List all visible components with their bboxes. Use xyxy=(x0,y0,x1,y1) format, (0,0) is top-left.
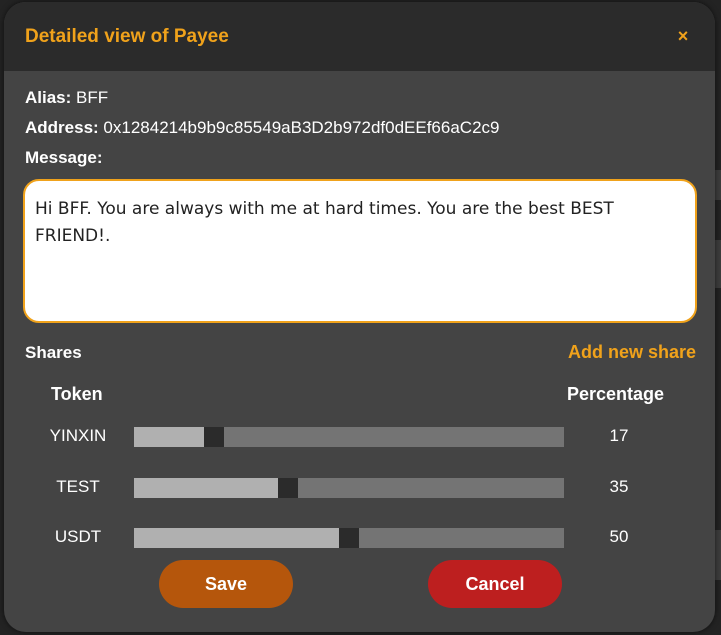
percentage-column-header: Percentage xyxy=(567,384,665,404)
address-label: Address: xyxy=(25,118,99,137)
alias-row: Alias: BFF xyxy=(25,87,694,117)
slider-fill xyxy=(134,478,278,498)
share-slider[interactable] xyxy=(134,427,564,447)
payee-detail-modal: Detailed view of Payee × Alias: BFF Addr… xyxy=(4,2,715,632)
slider-fill xyxy=(134,528,339,548)
share-token: USDT xyxy=(54,527,102,546)
message-label: Message: xyxy=(25,148,103,167)
slider-fill xyxy=(134,427,204,447)
add-share-button[interactable]: Add new share xyxy=(568,342,696,363)
share-row: YINXIN 17 xyxy=(4,421,715,451)
message-row: Message: xyxy=(25,147,694,177)
slider-thumb[interactable] xyxy=(278,478,298,498)
payee-info: Alias: BFF Address: 0x1284214b9b9c85549a… xyxy=(4,71,715,177)
alias-label: Alias: xyxy=(25,88,72,107)
token-column-header: Token xyxy=(51,384,103,404)
share-slider[interactable] xyxy=(134,528,564,548)
slider-thumb[interactable] xyxy=(339,528,359,548)
share-row: TEST 35 xyxy=(4,472,715,502)
alias-value: BFF xyxy=(76,88,109,107)
slider-thumb[interactable] xyxy=(204,427,224,447)
share-percentage: 50 xyxy=(609,527,629,546)
modal-title: Detailed view of Payee xyxy=(25,25,229,47)
shares-header: Shares Add new share xyxy=(25,342,696,363)
address-value: 0x1284214b9b9c85549aB3D2b972df0dEEf66aC2… xyxy=(103,118,500,137)
address-row: Address: 0x1284214b9b9c85549aB3D2b972df0… xyxy=(25,117,694,147)
save-button[interactable]: Save xyxy=(159,560,293,608)
share-percentage: 35 xyxy=(609,477,629,496)
share-slider[interactable] xyxy=(134,478,564,498)
message-textarea[interactable]: Hi BFF. You are always with me at hard t… xyxy=(23,179,697,323)
cancel-button[interactable]: Cancel xyxy=(428,560,562,608)
share-token: YINXIN xyxy=(49,426,107,445)
share-percentage: 17 xyxy=(609,426,629,445)
share-token: TEST xyxy=(56,477,100,496)
share-row: USDT 50 xyxy=(4,522,715,552)
close-icon[interactable]: × xyxy=(673,26,693,47)
modal-header: Detailed view of Payee × xyxy=(4,2,715,71)
shares-title: Shares xyxy=(25,342,82,362)
